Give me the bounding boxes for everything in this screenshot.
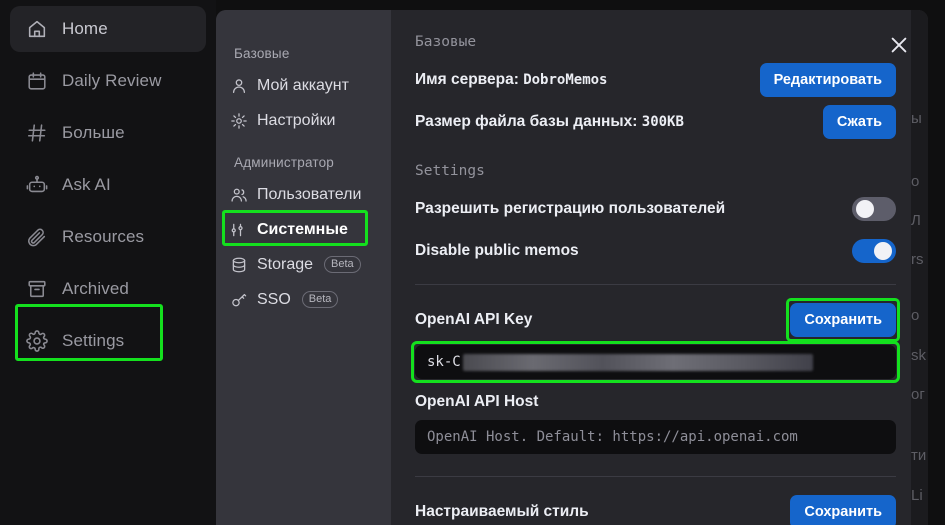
settings-nav-item-users[interactable]: Пользователи (222, 178, 385, 211)
sidebar-item-label: Ask AI (62, 175, 111, 194)
settings-nav-item-preferences[interactable]: Настройки (222, 104, 385, 137)
robot-icon (26, 174, 48, 196)
openai-key-label: OpenAI API Key (415, 311, 533, 328)
sidebar-item-label: Больше (62, 123, 125, 142)
ghost-text: ти (911, 447, 927, 464)
ghost-text: Li (911, 487, 923, 504)
home-icon (26, 18, 48, 40)
settings-nav-item-label: Системные (257, 220, 348, 238)
beta-badge: Beta (324, 255, 361, 274)
ghost-text: о (911, 173, 920, 190)
sidebar-item-label: Home (62, 19, 108, 38)
close-icon[interactable] (886, 34, 912, 60)
server-name-label: Имя сервера: (415, 71, 519, 88)
settings-nav-item-label: Storage (257, 255, 314, 273)
disable-public-memos-row: Disable public memos (415, 234, 896, 268)
ghost-text: ы (911, 110, 922, 127)
custom-style-save-button[interactable]: Сохранить (790, 495, 896, 525)
disable-public-memos-label: Disable public memos (415, 242, 579, 259)
divider (415, 284, 896, 285)
db-size-row: Размер файла базы данных: 300KB Сжать (415, 105, 896, 139)
openai-host-label: OpenAI API Host (415, 393, 539, 410)
allow-registration-label: Разрешить регистрацию пользователей (415, 200, 726, 217)
beta-badge: Beta (301, 290, 339, 309)
background-peek-strip: ы о Л rs о sk ог ти Li (911, 10, 928, 525)
server-name-value: DobroMemos (523, 72, 608, 88)
ghost-text: sk (911, 347, 926, 364)
database-icon (230, 256, 248, 274)
db-size-text: Размер файла базы данных: 300KB (415, 113, 684, 131)
settings-group-basic-title: Базовые (234, 46, 290, 61)
custom-style-row: Настраиваемый стиль Сохранить (415, 495, 896, 525)
ghost-text: о (911, 307, 920, 324)
db-size-value: 300KB (641, 114, 684, 130)
allow-registration-toggle[interactable] (852, 197, 896, 221)
settings-content: Базовые Имя сервера: DobroMemos Редактир… (391, 10, 928, 525)
calendar-icon (26, 70, 48, 92)
sliders-icon (230, 221, 248, 239)
sidebar-item-home[interactable]: Home (10, 6, 206, 52)
settings-nav-item-label: Мой аккаунт (257, 76, 349, 94)
settings-nav: Базовые Мой аккаунт Настройки Администра… (216, 10, 391, 525)
db-size-label: Размер файла базы данных: (415, 113, 638, 130)
toggle-knob (874, 242, 892, 260)
section-settings-label: Settings (415, 163, 485, 179)
ghost-text: Л (911, 212, 921, 229)
settings-nav-item-label: Настройки (257, 111, 336, 129)
sidebar-item-label: Resources (62, 227, 145, 246)
disable-public-memos-toggle[interactable] (852, 239, 896, 263)
users-icon (230, 186, 248, 204)
settings-nav-item-label: Пользователи (257, 185, 362, 203)
openai-key-input-wrap: sk-C (411, 341, 900, 383)
settings-nav-item-label: SSO (257, 290, 291, 308)
paperclip-icon (26, 226, 48, 248)
edit-button[interactable]: Редактировать (759, 63, 896, 97)
ghost-text: ог (911, 386, 925, 403)
sidebar-item-daily-review[interactable]: Daily Review (10, 58, 206, 104)
section-basic-label: Базовые (415, 34, 477, 50)
toggle-knob (856, 200, 874, 218)
user-icon (230, 77, 248, 95)
cog-icon (230, 112, 248, 130)
settings-nav-item-system[interactable]: Системные (222, 213, 385, 246)
sidebar-item-settings[interactable]: Settings (10, 318, 206, 364)
server-name-row: Имя сервера: DobroMemos Редактировать (415, 63, 896, 97)
settings-nav-item-my-account[interactable]: Мой аккаунт (222, 69, 385, 102)
archive-icon (26, 278, 48, 300)
openai-key-save-button[interactable]: Сохранить (790, 303, 896, 337)
ghost-text: rs (911, 251, 924, 268)
compact-button[interactable]: Сжать (822, 105, 896, 139)
redacted-key-bar (462, 353, 813, 371)
custom-style-label: Настраиваемый стиль (415, 503, 589, 520)
settings-nav-item-storage[interactable]: Storage Beta (222, 248, 385, 281)
sidebar-item-resources[interactable]: Resources (10, 214, 206, 260)
sidebar-item-label: Settings (62, 331, 125, 350)
server-name-text: Имя сервера: DobroMemos (415, 71, 607, 89)
hash-icon (26, 122, 48, 144)
sidebar-item-label: Archived (62, 279, 129, 298)
settings-nav-item-sso[interactable]: SSO Beta (222, 283, 385, 316)
openai-key-row: OpenAI API Key Сохранить (415, 298, 900, 342)
openai-key-value: sk-C (427, 354, 461, 370)
sidebar-item-label: Daily Review (62, 71, 162, 90)
allow-registration-row: Разрешить регистрацию пользователей (415, 192, 896, 226)
sidebar-item-ask-ai[interactable]: Ask AI (10, 162, 206, 208)
openai-host-input[interactable]: OpenAI Host. Default: https://api.openai… (415, 420, 896, 454)
openai-key-save-wrap: Сохранить (786, 298, 900, 342)
sidebar-item-more[interactable]: Больше (10, 110, 206, 156)
divider-2 (415, 476, 896, 477)
settings-group-admin-title: Администратор (234, 155, 335, 170)
key-icon (230, 291, 248, 309)
app-sidebar: Home Daily Review Больше Ask AI Resource (0, 0, 216, 525)
sidebar-item-archived[interactable]: Archived (10, 266, 206, 312)
openai-key-input[interactable]: sk-C (415, 345, 896, 379)
settings-modal: Базовые Мой аккаунт Настройки Администра… (216, 10, 928, 525)
gear-icon (26, 330, 48, 352)
screen: Home Daily Review Больше Ask AI Resource (0, 0, 945, 525)
